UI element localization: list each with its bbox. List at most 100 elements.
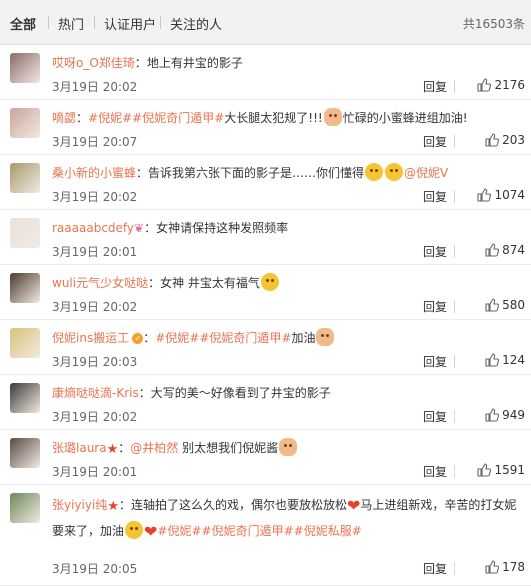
avatar[interactable] bbox=[10, 163, 40, 193]
comment-item: 哎呀o_O郑佳琦：地上有井宝的影子 3月19日 20:02 回复 2176 bbox=[0, 45, 531, 100]
comment-username[interactable]: 张yiyiyi纯 bbox=[52, 498, 107, 512]
action-divider bbox=[454, 410, 455, 423]
avatar[interactable] bbox=[10, 273, 40, 303]
hashtag-link[interactable]: #倪妮# bbox=[88, 111, 132, 125]
avatar[interactable] bbox=[10, 493, 40, 523]
like-button[interactable]: 580 bbox=[463, 298, 525, 312]
comment-body: 嘀勰：#倪妮##倪妮奇门遁甲#大长腿太犯规了!!! 忙碌的小蜜蜂进组加油! bbox=[52, 108, 525, 128]
like-button[interactable]: 124 bbox=[463, 353, 525, 367]
hashtag-link[interactable]: #倪妮奇门遁甲# bbox=[202, 524, 294, 538]
reply-button[interactable]: 回复 bbox=[423, 298, 447, 315]
thumbs-up-icon bbox=[485, 133, 502, 147]
fist-emoji-icon bbox=[316, 328, 335, 346]
like-button[interactable]: 178 bbox=[463, 560, 525, 574]
reply-button[interactable]: 回复 bbox=[423, 408, 447, 425]
hashtag-link[interactable]: #倪妮# bbox=[157, 524, 201, 538]
reply-button[interactable]: 回复 bbox=[423, 560, 447, 577]
hashtag-link[interactable]: #倪妮奇门遁甲# bbox=[132, 111, 224, 125]
avatar[interactable] bbox=[10, 218, 40, 248]
comment-username[interactable]: 哎呀o_O郑佳琦 bbox=[52, 56, 135, 70]
tab-hot[interactable]: 热门 bbox=[58, 14, 84, 33]
comment-item: raaaaabcdefy❦：女神请保持这种发照频率 3月19日 20:01 回复 87… bbox=[0, 210, 531, 265]
avatar[interactable] bbox=[10, 53, 40, 83]
comment-timestamp: 3月19日 20:03 bbox=[52, 355, 138, 369]
like-count: 580 bbox=[502, 298, 525, 312]
reply-button[interactable]: 回复 bbox=[423, 353, 447, 370]
comment-text: 加油 bbox=[291, 331, 316, 345]
hashtag-link[interactable]: #倪妮# bbox=[155, 331, 199, 345]
vip-badge-icon: ✓ bbox=[132, 333, 144, 344]
like-button[interactable]: 874 bbox=[463, 243, 525, 257]
tab-verified-users[interactable]: 认证用户 bbox=[104, 14, 156, 33]
comment-text: 大长腿太犯规了!!! bbox=[224, 111, 323, 125]
reply-button[interactable]: 回复 bbox=[423, 188, 447, 205]
comment-separator: ： bbox=[134, 56, 147, 70]
reply-button[interactable]: 回复 bbox=[423, 463, 447, 480]
dog-emoji-icon bbox=[385, 163, 404, 181]
fist-emoji-icon bbox=[279, 438, 298, 456]
mention-link[interactable]: @井柏然 bbox=[130, 441, 178, 455]
like-count: 949 bbox=[502, 408, 525, 422]
action-divider bbox=[454, 80, 455, 93]
comment-total-count: 共16503条 bbox=[462, 17, 525, 31]
thumbs-up-icon bbox=[485, 408, 502, 422]
star-badge-icon: ★ bbox=[107, 499, 119, 514]
like-button[interactable]: 1074 bbox=[463, 188, 525, 202]
avatar[interactable] bbox=[10, 438, 40, 468]
comment-username[interactable]: 桑小新的小蜜蜂 bbox=[52, 166, 136, 180]
comment-separator: ： bbox=[76, 111, 89, 125]
tab-divider bbox=[160, 16, 161, 29]
comment-text: 别太想我们倪妮酱 bbox=[178, 441, 279, 455]
comment-separator: ： bbox=[118, 498, 131, 512]
comment-username[interactable]: wuli元气少女哒哒 bbox=[52, 276, 148, 290]
comment-username[interactable]: 张璐laura bbox=[52, 441, 107, 455]
comment-body: 康熵哒哒滴-Kris：大写的美～好像看到了井宝的影子 bbox=[52, 383, 525, 403]
comment-body: 张璐laura★：@井柏然 别太想我们倪妮酱 bbox=[52, 438, 525, 460]
comment-body: 哎呀o_O郑佳琦：地上有井宝的影子 bbox=[52, 53, 525, 73]
tab-all[interactable]: 全部 bbox=[10, 14, 36, 33]
action-divider bbox=[454, 300, 455, 313]
hashtag-link[interactable]: #倪妮奇门遁甲# bbox=[199, 331, 291, 345]
action-divider bbox=[454, 562, 455, 575]
comment-body: wuli元气少女哒哒：女神 井宝太有福气 bbox=[52, 273, 525, 293]
like-button[interactable]: 2176 bbox=[463, 78, 525, 92]
mention-link[interactable]: @倪妮V bbox=[404, 166, 448, 180]
thumbs-up-icon bbox=[477, 188, 494, 202]
comment-item: 倪妮ins搬运工 ✓ ：#倪妮##倪妮奇门遁甲#加油 3月19日 20:03 回复 124 bbox=[0, 320, 531, 375]
like-button[interactable]: 1591 bbox=[463, 463, 525, 477]
avatar[interactable] bbox=[10, 328, 40, 358]
comment-username[interactable]: 倪妮ins搬运工 bbox=[52, 331, 129, 345]
tab-divider bbox=[94, 16, 95, 29]
action-divider bbox=[454, 245, 455, 258]
thumbs-up-icon bbox=[477, 78, 494, 92]
reply-button[interactable]: 回复 bbox=[423, 133, 447, 150]
comment-username[interactable]: 康熵哒哒滴-Kris bbox=[52, 386, 139, 400]
avatar[interactable] bbox=[10, 383, 40, 413]
like-button[interactable]: 203 bbox=[463, 133, 525, 147]
heart-emoji-icon: ❤ bbox=[347, 496, 361, 515]
comment-timestamp: 3月19日 20:02 bbox=[52, 410, 138, 424]
smile-emoji-icon bbox=[125, 521, 144, 539]
reply-button[interactable]: 回复 bbox=[423, 78, 447, 95]
comment-separator: ： bbox=[148, 276, 161, 290]
comment-separator: ： bbox=[138, 386, 151, 400]
avatar[interactable] bbox=[10, 108, 40, 138]
reply-button[interactable]: 回复 bbox=[423, 243, 447, 260]
comment-separator: ： bbox=[144, 221, 157, 235]
comment-item: 康熵哒哒滴-Kris：大写的美～好像看到了井宝的影子 3月19日 20:02 回复 9… bbox=[0, 375, 531, 430]
comment-item: 张璐laura★：@井柏然 别太想我们倪妮酱 3月19日 20:01 回复 1591 bbox=[0, 430, 531, 485]
thumbs-up-icon bbox=[485, 353, 502, 367]
tab-following[interactable]: 关注的人 bbox=[170, 14, 222, 33]
like-button[interactable]: 949 bbox=[463, 408, 525, 422]
comment-username[interactable]: raaaaabcdefy bbox=[52, 221, 134, 235]
comment-text: 女神 井宝太有福气 bbox=[160, 276, 260, 290]
like-count: 203 bbox=[502, 133, 525, 147]
comment-text: 地上有井宝的影子 bbox=[146, 56, 243, 70]
comment-separator: ： bbox=[118, 441, 131, 455]
thumbs-up-icon bbox=[485, 298, 502, 312]
comment-username[interactable]: 嘀勰 bbox=[52, 111, 76, 125]
comment-text: 忙碌的小蜜蜂进组加油! bbox=[342, 111, 468, 125]
comment-filter-bar: 全部 热门 认证用户 关注的人 共16503条 bbox=[0, 0, 531, 45]
hashtag-link[interactable]: #倪妮私服# bbox=[294, 524, 362, 538]
comment-body: raaaaabcdefy❦：女神请保持这种发照频率 bbox=[52, 218, 525, 238]
